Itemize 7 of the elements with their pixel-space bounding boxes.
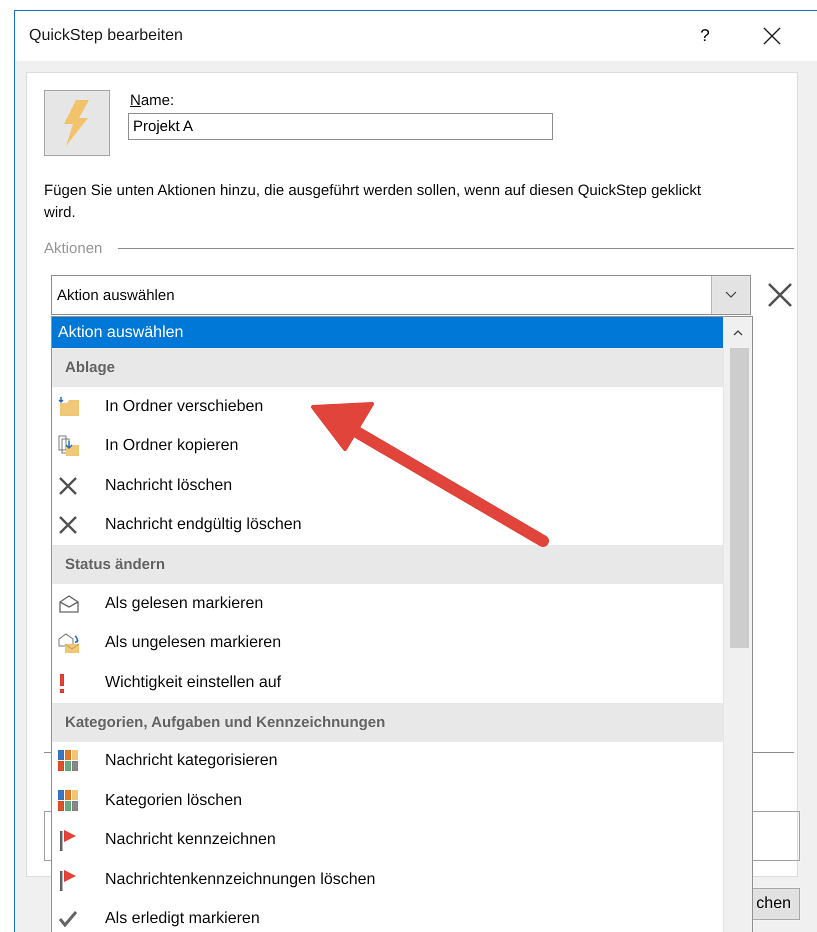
actions-label: Aktionen	[44, 240, 102, 257]
group-header: Ablage	[52, 348, 723, 387]
name-label: Name:	[130, 92, 176, 109]
window-title: QuickStep bearbeiten	[29, 27, 184, 45]
group-header: Kategorien, Aufgaben und Kennzeichnungen	[52, 702, 723, 742]
group-header: Status ändern	[52, 545, 723, 584]
description-text: Fügen Sie unten Aktionen hinzu, die ausgeführt werden sollen, wenn auf diesen QuickStep geklickt wird.	[44, 181, 702, 223]
